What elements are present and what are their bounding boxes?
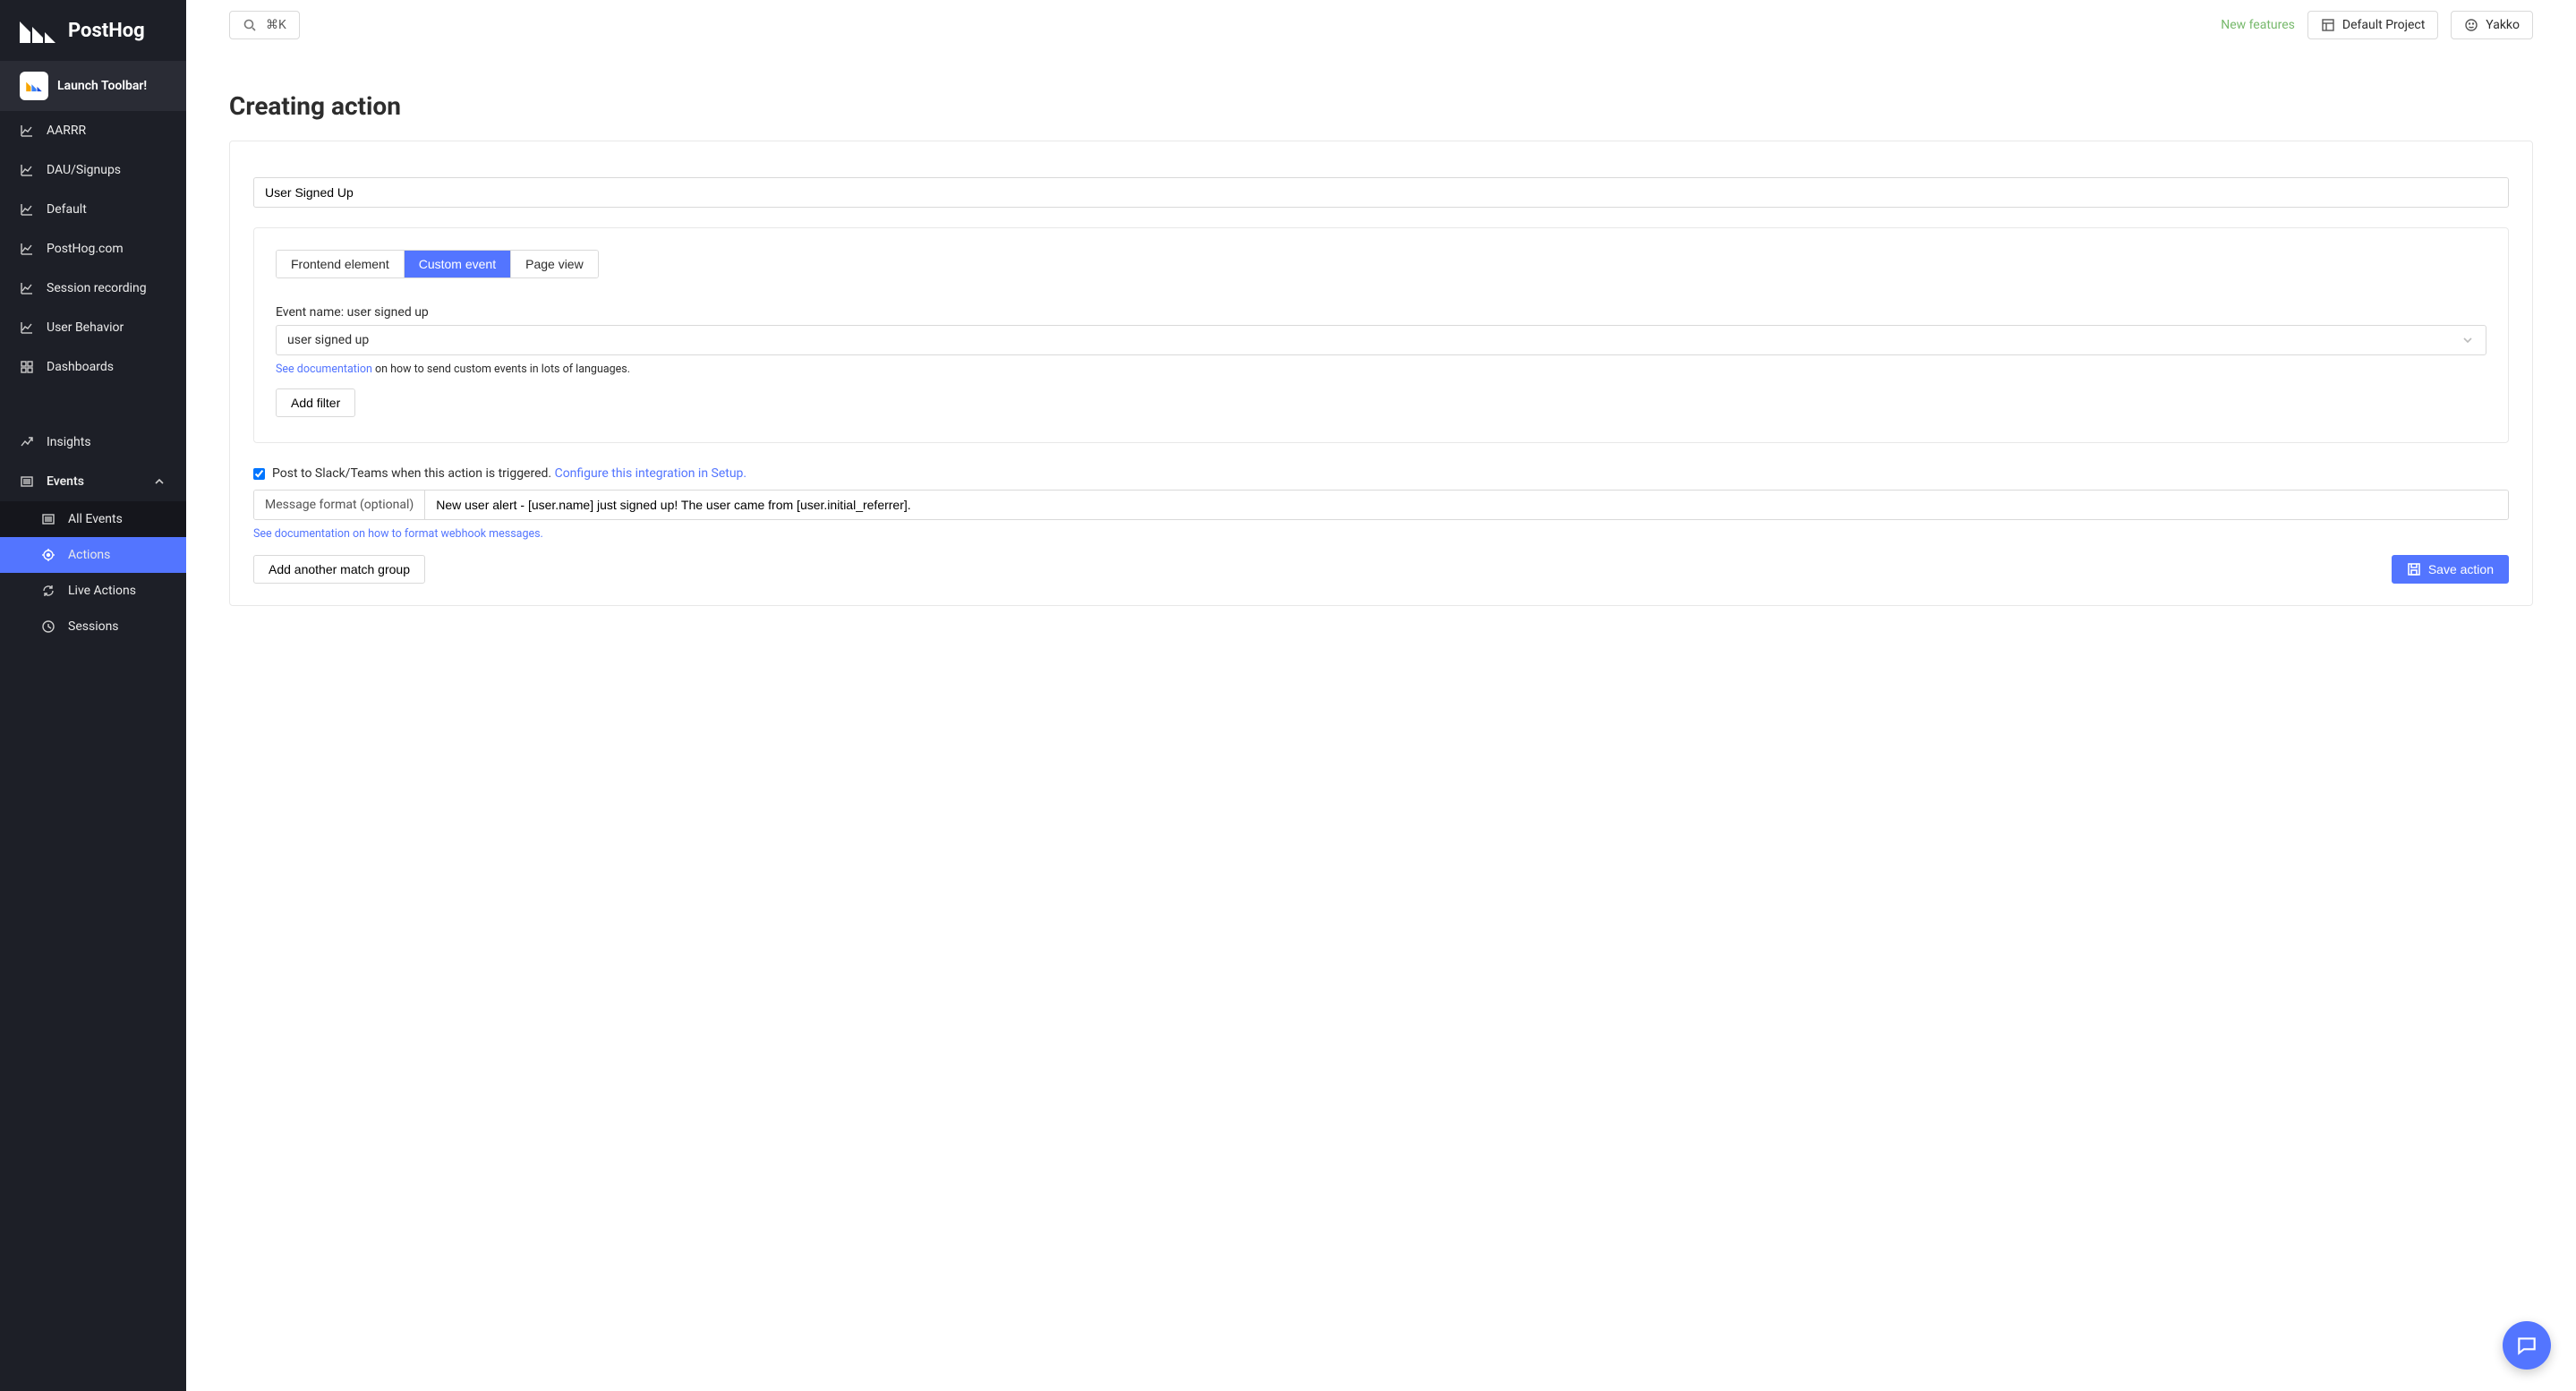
- sidebar-item-user-behavior[interactable]: User Behavior: [0, 308, 186, 347]
- search-icon: [243, 18, 257, 32]
- sidebar-item-label: Insights: [47, 435, 91, 449]
- sidebar-item-dashboards[interactable]: Dashboards: [0, 347, 186, 387]
- message-format-label: Message format (optional): [254, 491, 425, 519]
- project-name: Default Project: [2342, 18, 2425, 32]
- sidebar-item-label: PostHog.com: [47, 242, 124, 256]
- clock-icon: [41, 619, 55, 634]
- save-icon: [2407, 562, 2421, 576]
- main-content: ⌘K New features Default Project Yakko Cr…: [186, 0, 2576, 1391]
- save-action-label: Save action: [2428, 562, 2494, 576]
- chat-icon: [2515, 1334, 2538, 1357]
- post-to-slack-label: Post to Slack/Teams when this action is …: [272, 466, 746, 481]
- chart-icon: [20, 281, 34, 295]
- sidebar-sub-actions[interactable]: Actions: [0, 537, 186, 573]
- user-menu[interactable]: Yakko: [2451, 11, 2533, 39]
- search-shortcut: ⌘K: [266, 18, 286, 32]
- sidebar-item-label: Session recording: [47, 281, 147, 295]
- new-features-link[interactable]: New features: [2221, 18, 2295, 32]
- logo[interactable]: PostHog: [0, 0, 186, 61]
- user-name: Yakko: [2486, 18, 2520, 32]
- tab-custom-event[interactable]: Custom event: [404, 251, 510, 277]
- sidebar-item-label: All Events: [68, 512, 123, 526]
- sidebar-item-insights[interactable]: Insights: [0, 422, 186, 462]
- page-title: Creating action: [229, 91, 2533, 121]
- match-type-tabs: Frontend element Custom event Page view: [276, 250, 599, 278]
- target-icon: [41, 548, 55, 562]
- list-icon: [20, 474, 34, 489]
- event-name-select[interactable]: user signed up: [276, 325, 2486, 355]
- chevron-down-icon: [2461, 333, 2475, 347]
- event-name-label: Event name: user signed up: [276, 305, 2486, 320]
- sidebar-item-aarrr[interactable]: AARRR: [0, 111, 186, 150]
- trend-icon: [20, 435, 34, 449]
- see-documentation-link[interactable]: See documentation: [276, 363, 372, 376]
- post-to-slack-text: Post to Slack/Teams when this action is …: [272, 466, 555, 481]
- chevron-up-icon: [152, 474, 166, 489]
- chart-icon: [20, 242, 34, 256]
- list-icon: [41, 512, 55, 526]
- event-help-tail: on how to send custom events in lots of …: [372, 363, 630, 376]
- chart-icon: [20, 320, 34, 335]
- sidebar-sub-all-events[interactable]: All Events: [0, 501, 186, 537]
- event-name-value: user signed up: [287, 333, 369, 347]
- post-to-slack-checkbox[interactable]: [253, 468, 265, 480]
- sidebar-item-dau-signups[interactable]: DAU/Signups: [0, 150, 186, 190]
- tab-frontend-element[interactable]: Frontend element: [277, 251, 404, 277]
- action-form-card: Frontend element Custom event Page view …: [229, 141, 2533, 606]
- grid-icon: [20, 360, 34, 374]
- sync-icon: [41, 584, 55, 598]
- chart-icon: [20, 163, 34, 177]
- save-action-button[interactable]: Save action: [2392, 555, 2509, 584]
- sidebar-item-label: Dashboards: [47, 360, 114, 374]
- project-selector[interactable]: Default Project: [2307, 11, 2438, 39]
- add-filter-button[interactable]: Add filter: [276, 388, 355, 417]
- sidebar-item-label: Live Actions: [68, 584, 136, 598]
- chart-icon: [20, 124, 34, 138]
- sidebar-item-label: Events: [47, 474, 84, 489]
- webhook-doc-link[interactable]: See documentation on how to format webho…: [253, 527, 543, 541]
- message-format-row: Message format (optional): [253, 490, 2509, 520]
- sidebar-item-posthog-com[interactable]: PostHog.com: [0, 229, 186, 269]
- form-footer: Add another match group Save action: [253, 555, 2509, 584]
- sidebar-item-events[interactable]: Events: [0, 462, 186, 501]
- launch-toolbar-label: Launch Toolbar!: [57, 79, 147, 93]
- action-name-input[interactable]: [253, 177, 2509, 208]
- sidebar-item-default[interactable]: Default: [0, 190, 186, 229]
- webhook-doc-row: See documentation on how to format webho…: [253, 527, 2509, 541]
- add-match-group-button[interactable]: Add another match group: [253, 555, 425, 584]
- project-icon: [2321, 18, 2335, 32]
- logo-text: PostHog: [68, 20, 145, 42]
- sidebar-item-label: AARRR: [47, 124, 86, 138]
- topbar: ⌘K New features Default Project Yakko: [229, 0, 2533, 47]
- configure-integration-link[interactable]: Configure this integration in Setup.: [555, 466, 747, 481]
- logo-icon: [18, 16, 57, 45]
- sidebar-item-label: User Behavior: [47, 320, 124, 335]
- match-group-card: Frontend element Custom event Page view …: [253, 227, 2509, 443]
- sidebar-item-label: Default: [47, 202, 87, 217]
- post-to-slack-row: Post to Slack/Teams when this action is …: [253, 466, 2509, 481]
- sidebar-item-label: Actions: [68, 548, 110, 562]
- tab-page-view[interactable]: Page view: [510, 251, 598, 277]
- sidebar-sub-live-actions[interactable]: Live Actions: [0, 573, 186, 609]
- message-format-input[interactable]: [425, 491, 2508, 519]
- sidebar-item-label: DAU/Signups: [47, 163, 121, 177]
- event-help-text: See documentation on how to send custom …: [276, 363, 2486, 376]
- sidebar-sub-sessions[interactable]: Sessions: [0, 609, 186, 644]
- launch-toolbar-button[interactable]: Launch Toolbar!: [0, 61, 186, 111]
- sidebar-item-label: Sessions: [68, 619, 119, 634]
- toolbar-badge-icon: [20, 72, 48, 100]
- sidebar-item-session-recording[interactable]: Session recording: [0, 269, 186, 308]
- search-button[interactable]: ⌘K: [229, 11, 300, 39]
- chart-icon: [20, 202, 34, 217]
- smile-icon: [2464, 18, 2478, 32]
- sidebar: PostHog Launch Toolbar! AARRR DAU/Signup…: [0, 0, 186, 1391]
- chat-fab[interactable]: [2503, 1321, 2551, 1370]
